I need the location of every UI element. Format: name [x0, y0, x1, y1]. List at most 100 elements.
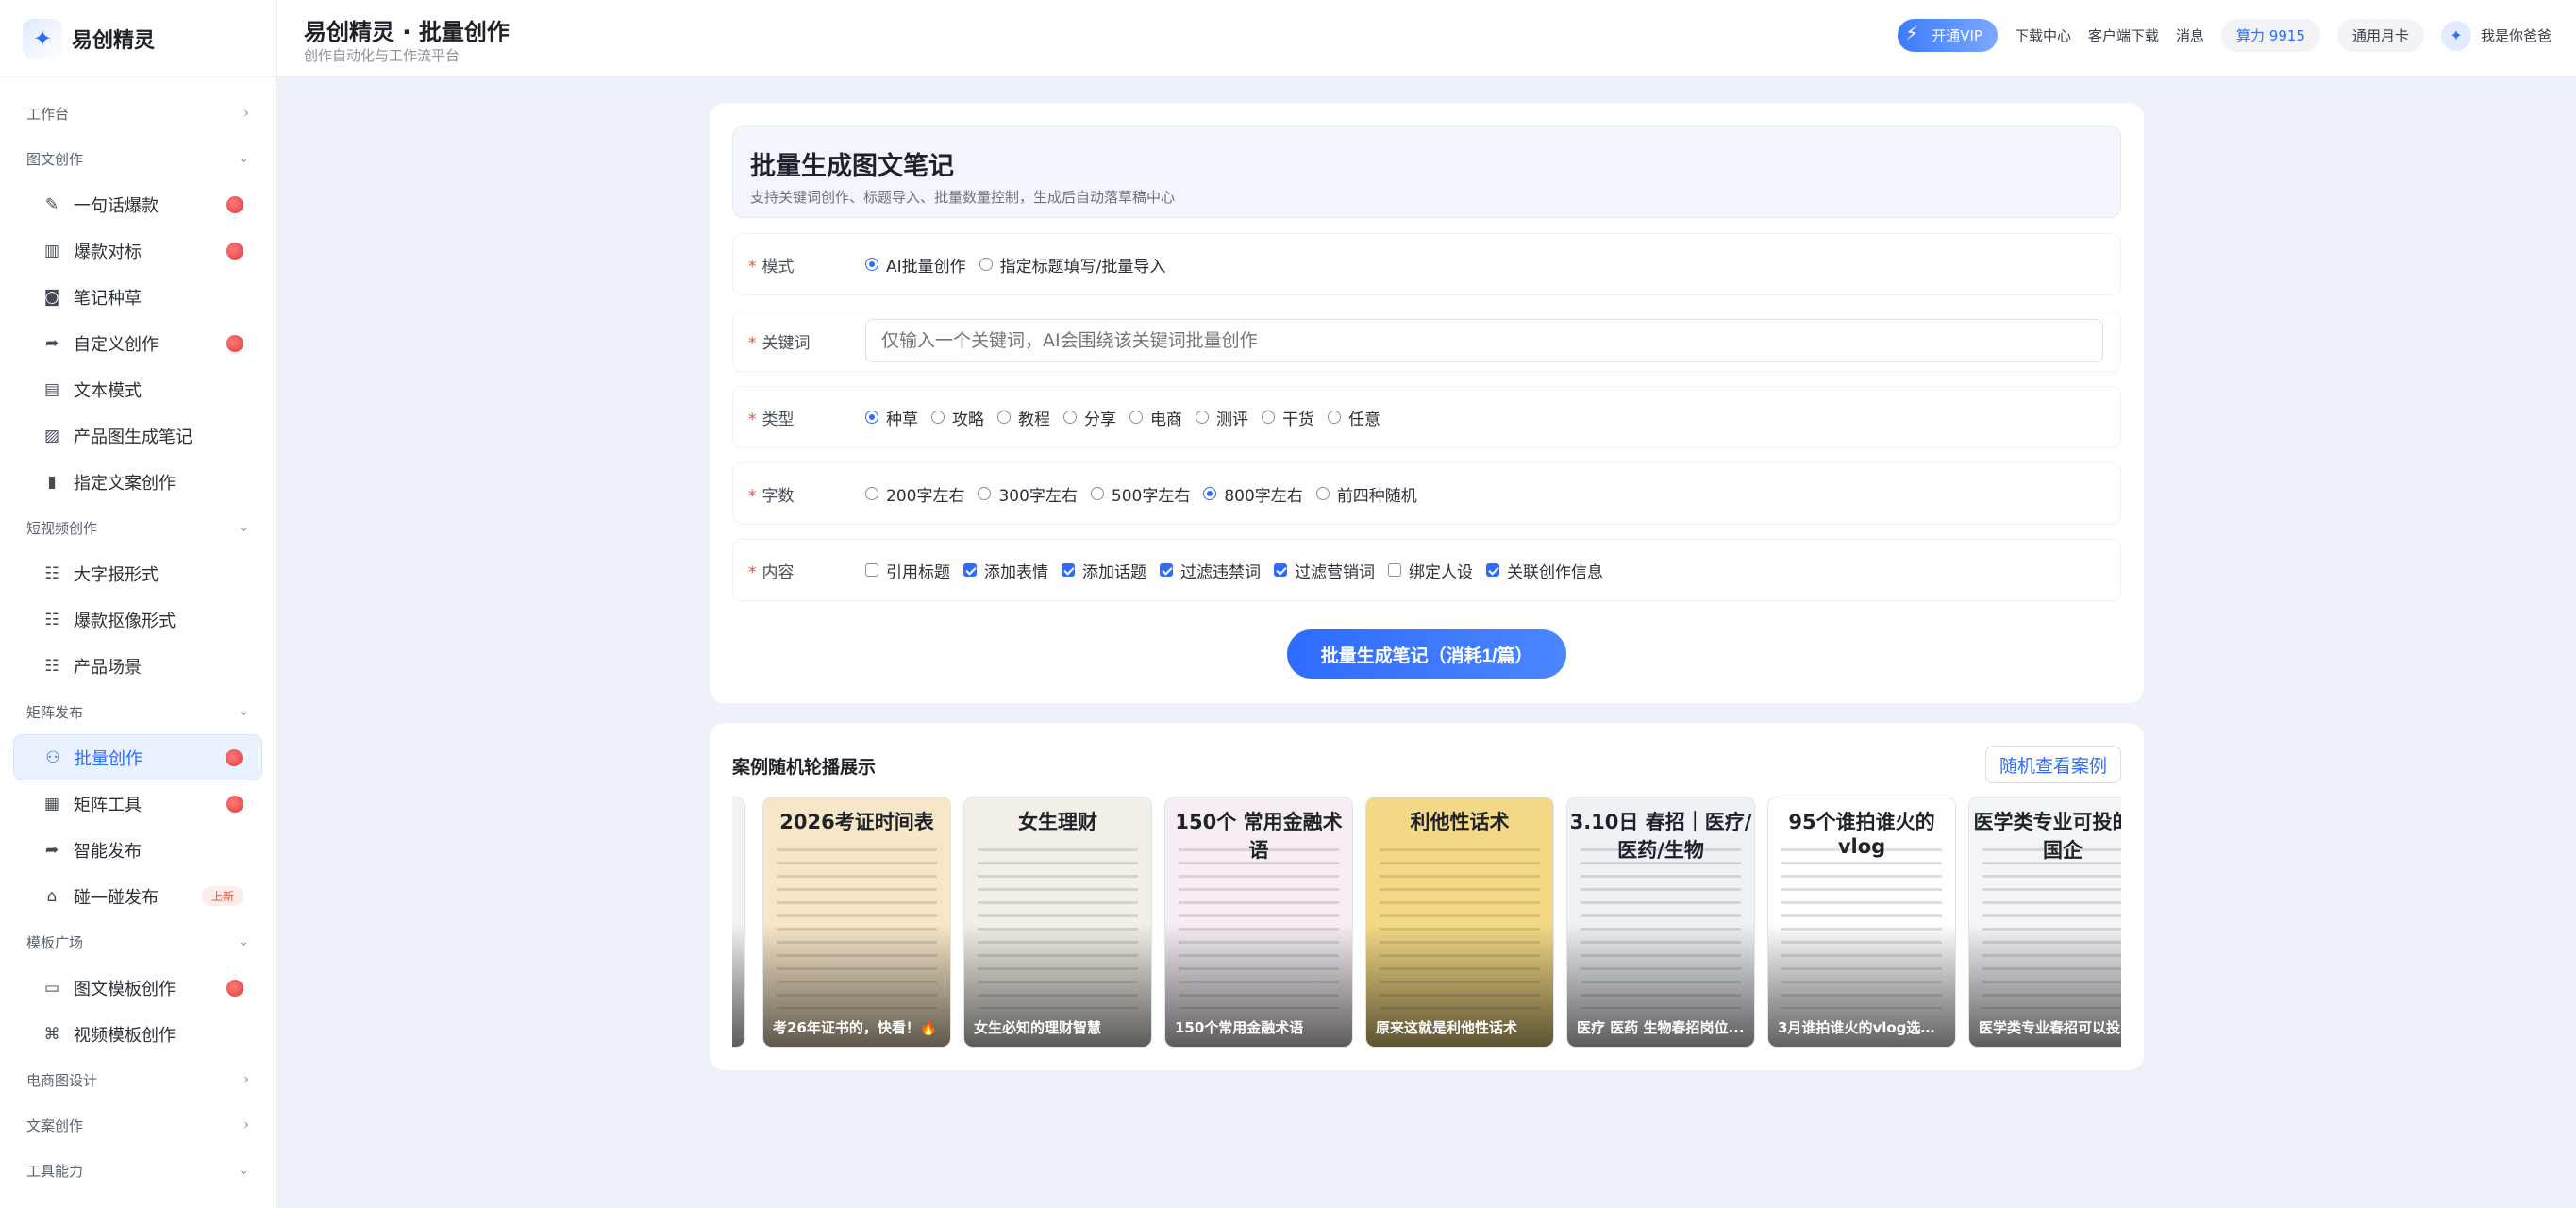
vip-button[interactable]: ⚡ 开通VIP [1898, 19, 1998, 52]
radio-button[interactable] [1262, 411, 1275, 424]
words-option[interactable]: 500字左右 [1090, 482, 1190, 506]
mode-option[interactable]: AI批量创作 [865, 253, 966, 277]
type-option[interactable]: 测评 [1196, 406, 1248, 429]
nav-group-2[interactable]: 矩阵发布 ⌄ [0, 689, 276, 734]
checkbox[interactable] [1160, 563, 1173, 577]
case-thumbnail[interactable]: 女生理财 女生必知的理财智慧 [963, 797, 1152, 1048]
nav-group-0[interactable]: 图文创作 ⌄ [0, 136, 276, 181]
sidebar-item[interactable]: ▤ 文本模式 [13, 366, 262, 412]
radio-button[interactable] [1196, 411, 1209, 424]
case-thumbnail-partial[interactable] [732, 797, 745, 1048]
sidebar-item-label: 大字报形式 [74, 564, 159, 585]
sidebar-item[interactable]: ✎ 一句话爆款 [13, 181, 262, 227]
nav-group-1[interactable]: 短视频创作 ⌄ [0, 505, 276, 550]
radio-button[interactable] [1090, 487, 1104, 500]
radio-button[interactable] [865, 411, 878, 424]
sidebar-item[interactable]: ▤文字识图 [13, 1193, 262, 1208]
checkbox[interactable] [963, 563, 977, 577]
content-option[interactable]: 绑定人设 [1388, 559, 1473, 582]
nav-ecommerce[interactable]: 电商图设计 › [0, 1057, 276, 1102]
case-caption: 医学类专业春招可以投... [1979, 1019, 2121, 1036]
sidebar-item[interactable]: ▮ 指定文案创作 [13, 459, 262, 505]
sidebar-nav: 工作台 › 图文创作 ⌄ ✎ 一句话爆款 ▥ 爆款对标 ◙ 笔记种草 ➦ 自定义创作 ▤ 文本模式 ▨ 产品图… [0, 77, 276, 1208]
case-thumbnail[interactable]: 95个谁拍谁火的vlog 3月谁拍谁火的vlog选题... [1767, 797, 1956, 1048]
content-option[interactable]: 引用标题 [865, 559, 950, 582]
random-cases-button[interactable]: 随机查看案例 [1984, 746, 2121, 783]
content-option[interactable]: 添加话题 [1062, 559, 1146, 582]
words-option[interactable]: 前四种随机 [1315, 482, 1417, 506]
checkbox[interactable] [865, 563, 878, 577]
sidebar-item[interactable]: ➦ 智能发布 [13, 827, 262, 873]
checkbox[interactable] [1062, 563, 1075, 577]
sidebar-item[interactable]: ⚇ 批量创作 [13, 734, 262, 780]
type-option-label: 攻略 [952, 410, 984, 429]
mode-option[interactable]: 指定标题填写/批量导入 [979, 253, 1165, 277]
messages-link[interactable]: 消息 [2176, 25, 2204, 45]
content-option[interactable]: 过滤营销词 [1274, 559, 1375, 582]
words-option[interactable]: 300字左右 [978, 482, 1078, 506]
client-download-link[interactable]: 客户端下载 [2088, 25, 2159, 45]
checkbox[interactable] [1388, 563, 1401, 577]
words-option[interactable]: 800字左右 [1203, 482, 1303, 506]
compute-balance[interactable]: 算力 9915 [2221, 19, 2320, 52]
sidebar-item[interactable]: ▥ 爆款对标 [13, 227, 262, 274]
case-thumbnail[interactable]: 150个 常用金融术语 150个常用金融术语 [1164, 797, 1353, 1048]
radio-button[interactable] [997, 411, 1011, 424]
new-badge: 上新 [201, 886, 243, 906]
type-option[interactable]: 攻略 [931, 406, 984, 429]
sidebar-item[interactable]: ▦ 矩阵工具 [13, 780, 262, 827]
case-thumbnail[interactable]: 3.10日 春招｜医疗/医药/生物 医疗 医药 生物春招岗位... [1566, 797, 1755, 1048]
generate-button[interactable]: 批量生成笔记（消耗1/篇） [1287, 629, 1566, 679]
nav-copywriting[interactable]: 文案创作 › [0, 1102, 276, 1148]
content-option[interactable]: 添加表情 [963, 559, 1048, 582]
sidebar-item[interactable]: ☷ 爆款抠像形式 [13, 596, 262, 643]
content-option[interactable]: 关联创作信息 [1486, 559, 1603, 582]
sidebar-item-label: 产品图生成笔记 [74, 427, 192, 447]
type-option[interactable]: 干货 [1262, 406, 1314, 429]
sidebar-item-label: 文字识图 [74, 1204, 243, 1208]
sidebar-item[interactable]: ◙ 笔记种草 [13, 274, 262, 320]
sidebar-item[interactable]: ▭ 图文模板创作 [13, 965, 262, 1011]
radio-button[interactable] [979, 258, 993, 271]
checkbox[interactable] [1486, 563, 1499, 577]
type-option[interactable]: 教程 [997, 406, 1050, 429]
brand[interactable]: ✦ 易创精灵 [0, 0, 276, 77]
type-option[interactable]: 种草 [865, 406, 918, 429]
keyword-input[interactable] [865, 319, 2103, 362]
nav-tools[interactable]: 工具能力 ⌄ [0, 1148, 276, 1193]
case-thumbnail[interactable]: 利他性话术 原来这就是利他性话术 [1365, 797, 1554, 1048]
radio-button[interactable] [1129, 411, 1143, 424]
download-center-link[interactable]: 下载中心 [2015, 25, 2071, 45]
sidebar-item[interactable]: ⌂ 碰一碰发布 上新 [13, 873, 262, 919]
lightning-icon: ⚡ [1905, 22, 1919, 44]
membership-card[interactable]: 通用月卡 [2336, 19, 2424, 52]
radio-button[interactable] [1328, 411, 1341, 424]
sidebar-item[interactable]: ▨ 产品图生成笔记 [13, 412, 262, 459]
radio-button[interactable] [1315, 487, 1330, 500]
radio-button[interactable] [865, 487, 878, 500]
nav-workbench[interactable]: 工作台 › [0, 91, 276, 136]
checkbox[interactable] [1274, 563, 1287, 577]
nav-group-3[interactable]: 模板广场 ⌄ [0, 919, 276, 965]
radio-button[interactable] [1203, 487, 1217, 500]
content-option[interactable]: 过滤违禁词 [1160, 559, 1261, 582]
type-option[interactable]: 电商 [1129, 406, 1182, 429]
type-option[interactable]: 任意 [1328, 406, 1380, 429]
chevron-down-icon: ⌄ [238, 934, 249, 949]
words-option[interactable]: 200字左右 [865, 482, 964, 506]
sidebar-item[interactable]: ⌘ 视频模板创作 [13, 1011, 262, 1057]
sidebar-item[interactable]: ➦ 自定义创作 [13, 320, 262, 366]
vip-label: 开通VIP [1932, 27, 1982, 44]
radio-button[interactable] [865, 258, 878, 271]
content-label: * 内容 [748, 562, 795, 582]
user-menu[interactable]: ✦ 我是你爸爸 [2440, 20, 2551, 51]
radio-button[interactable] [978, 487, 992, 500]
type-option[interactable]: 分享 [1063, 406, 1116, 429]
sidebar-item[interactable]: ☷ 产品场景 [13, 643, 262, 689]
case-thumbnail[interactable]: 医学类专业可投的央国企医学类专业春招可以投... [1968, 797, 2121, 1048]
radio-button[interactable] [1063, 411, 1077, 424]
cases-carousel[interactable]: 2026考证时间表 考26年证书的，快看！🔥 女生理财 女生必知的理财智慧 150个 常… [732, 797, 2121, 1048]
radio-button[interactable] [931, 411, 945, 424]
sidebar-item[interactable]: ☷ 大字报形式 [13, 550, 262, 596]
case-thumbnail[interactable]: 2026考证时间表 考26年证书的，快看！🔥 [762, 797, 951, 1048]
